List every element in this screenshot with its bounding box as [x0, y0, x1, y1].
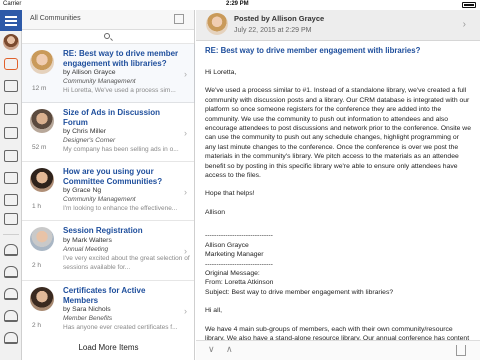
community-icon[interactable]: [4, 332, 18, 344]
original-subject: Subject: Best way to drive member engage…: [205, 288, 394, 296]
item-age: 12 m: [32, 85, 47, 92]
item-author: by Allison Grayce: [63, 69, 116, 76]
original-from: From: Loretta Atkinson: [205, 279, 274, 287]
item-preview: My company has been selling ads in o...: [63, 146, 179, 153]
search-icon: [104, 33, 110, 39]
community-icon[interactable]: [4, 244, 18, 256]
list-item[interactable]: 52 m Size of Ads in Discussion Forum by …: [22, 103, 194, 162]
item-title: How are you using your Committee Communi…: [63, 167, 163, 186]
list-header: All Communities: [22, 10, 194, 30]
chat-icon[interactable]: [4, 58, 18, 70]
nav-rail: [0, 10, 22, 360]
load-more-button[interactable]: Load More Items: [22, 343, 195, 352]
item-preview: Has anyone ever created certificates f..…: [63, 324, 178, 331]
community-icon[interactable]: [4, 310, 18, 322]
download-icon[interactable]: [4, 103, 18, 115]
chevron-right-icon[interactable]: ›: [463, 19, 466, 30]
megaphone-icon[interactable]: [4, 172, 18, 184]
item-title: Session Registration: [63, 226, 143, 235]
avatar: [30, 109, 54, 133]
item-category: Member Benefits: [63, 315, 113, 322]
item-author: by Sara Nichols: [63, 306, 111, 313]
list-item[interactable]: 2 h Session Registration by Mark Walters…: [22, 221, 194, 281]
message-header: Posted by Allison Grayce July 22, 2015 a…: [196, 10, 480, 41]
divider-text: ------------------------------: [205, 232, 273, 240]
status-bar: Carrier 2:29 PM: [0, 0, 480, 10]
chevron-down-icon[interactable]: ∨: [208, 344, 215, 355]
avatar: [30, 50, 54, 74]
item-age: 52 m: [32, 144, 47, 151]
list-item[interactable]: 2 h Certificates for Active Members by S…: [22, 281, 194, 341]
item-age: 2 h: [32, 262, 42, 269]
community-icon[interactable]: [4, 288, 18, 300]
chevron-right-icon: ›: [184, 306, 187, 316]
item-preview: I'm looking to enhance the effectivene..…: [63, 205, 178, 212]
message-detail-pane: Posted by Allison Grayce July 22, 2015 a…: [196, 10, 480, 360]
inbox-icon[interactable]: [4, 80, 18, 92]
item-preview: I've very excited about the great select…: [63, 255, 190, 271]
item-category: Annual Meeting: [63, 246, 109, 253]
body-paragraph: Hope that helps!: [205, 190, 255, 198]
item-author: by Chris Miller: [63, 128, 107, 135]
battery-icon: [462, 2, 476, 8]
list-title: All Communities: [30, 15, 81, 22]
item-age: 2 h: [32, 322, 42, 329]
discussion-list-pane: All Communities 12 m RE: Best way to dri…: [22, 10, 195, 360]
carrier-label: Carrier: [3, 1, 22, 7]
item-category: Community Management: [63, 196, 136, 203]
item-age: 1 h: [32, 203, 42, 210]
message-body: Hi Loretta, We've used a process similar…: [205, 68, 471, 360]
chevron-right-icon: ›: [184, 128, 187, 138]
profile-avatar[interactable]: [3, 34, 19, 50]
avatar: [30, 227, 54, 251]
posted-by[interactable]: Posted by Allison Grayce: [234, 14, 324, 23]
avatar: [30, 168, 54, 192]
menu-button[interactable]: [0, 10, 22, 31]
documents-icon[interactable]: [4, 150, 18, 162]
share-icon[interactable]: [456, 345, 466, 356]
item-author: by Mark Walters: [63, 237, 112, 244]
clock: 2:29 PM: [226, 1, 249, 7]
item-title: Certificates for Active Members: [63, 286, 146, 305]
greeting: Hi Loretta,: [205, 69, 237, 76]
book-icon[interactable]: [4, 194, 18, 206]
item-preview: Hi Loretta, We've used a process sim...: [63, 87, 176, 94]
item-title: RE: Best way to drive member engagement …: [63, 49, 179, 68]
signature-title: Marketing Manager: [205, 251, 264, 259]
chevron-up-icon[interactable]: ∧: [226, 344, 233, 355]
signature-name: Allison Grayce: [205, 241, 249, 249]
divider-text: ------------------------------: [205, 260, 273, 268]
message-toolbar: ∨ ∧: [196, 340, 480, 360]
item-author: by Grace Ng: [63, 187, 102, 194]
library-icon[interactable]: [4, 127, 18, 139]
quote-greeting: Hi all,: [205, 307, 222, 315]
list-item[interactable]: 12 m RE: Best way to drive member engage…: [22, 44, 195, 103]
rail-divider: [3, 234, 19, 235]
compose-icon[interactable]: [174, 14, 184, 24]
chevron-right-icon: ›: [184, 187, 187, 197]
message-subject: RE: Best way to drive member engagement …: [205, 46, 421, 55]
original-message-label: Original Message:: [205, 269, 260, 277]
avatar: [206, 13, 228, 35]
search-bar[interactable]: [22, 30, 194, 44]
item-category: Designer's Corner: [63, 137, 116, 144]
calendar-icon[interactable]: [4, 213, 18, 225]
item-category: Community Management: [63, 78, 136, 85]
body-paragraph: We've used a process similar to #1. Inst…: [205, 87, 471, 180]
chevron-right-icon: ›: [184, 69, 187, 79]
avatar: [30, 287, 54, 311]
community-icon[interactable]: [4, 266, 18, 278]
list-item[interactable]: 1 h How are you using your Committee Com…: [22, 162, 194, 221]
post-date: July 22, 2015 at 2:29 PM: [234, 27, 312, 34]
sign-off: Allison: [205, 208, 226, 216]
chevron-right-icon: ›: [184, 246, 187, 256]
item-title: Size of Ads in Discussion Forum: [63, 108, 161, 127]
